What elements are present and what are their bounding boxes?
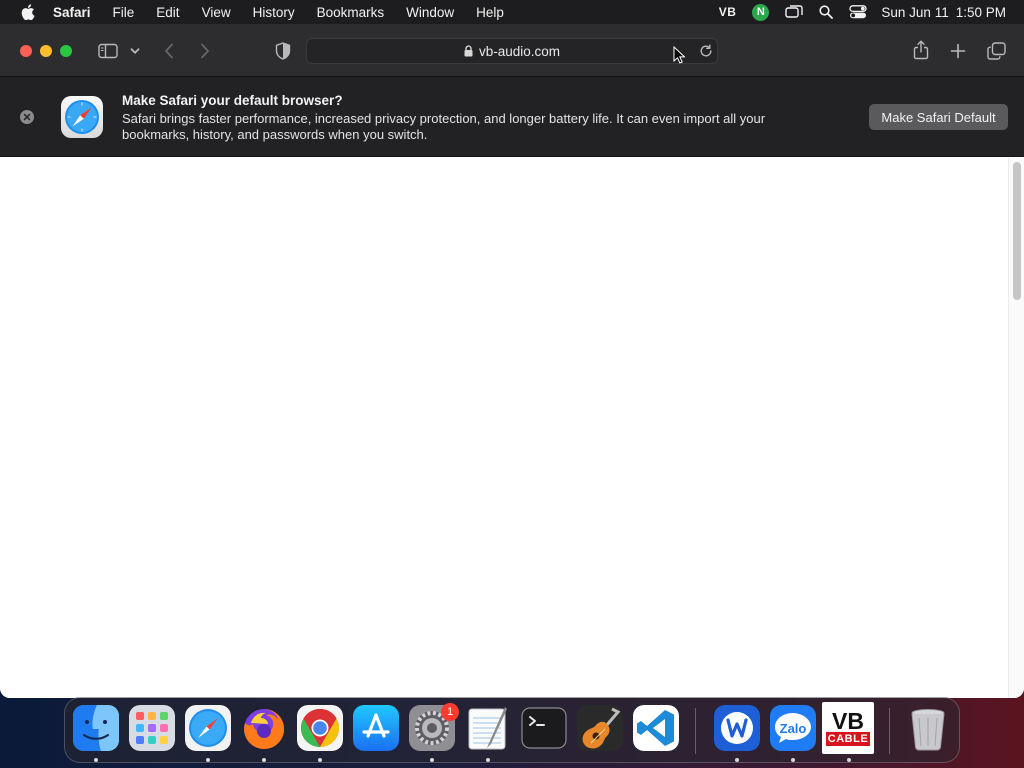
dock-zalo-icon[interactable]: Zalo xyxy=(770,705,816,751)
menu-edit[interactable]: Edit xyxy=(145,5,190,20)
settings-notification-badge: 1 xyxy=(441,703,459,721)
dock-finder-icon[interactable] xyxy=(73,705,119,751)
dock-running-indicator xyxy=(318,758,322,762)
fullscreen-window-button[interactable] xyxy=(60,45,72,57)
menu-file[interactable]: File xyxy=(102,5,146,20)
toolbar: vb-audio.com xyxy=(0,24,1024,77)
dock-terminal-icon[interactable] xyxy=(521,705,567,751)
clock-date: Sun Jun 11 xyxy=(881,4,949,20)
dock-running-indicator xyxy=(262,758,266,762)
close-window-button[interactable] xyxy=(20,45,32,57)
safari-window: vb-audio.com Make Safari your default br… xyxy=(0,24,1024,698)
screen-mirroring-icon[interactable] xyxy=(785,0,804,24)
address-bar[interactable]: vb-audio.com xyxy=(306,38,718,64)
vb-cable-vb-label: VB xyxy=(832,708,864,734)
dock-vscode-icon[interactable] xyxy=(633,705,679,751)
chevron-down-icon[interactable] xyxy=(128,42,142,60)
dock-app-store-icon[interactable] xyxy=(353,705,399,751)
back-icon[interactable] xyxy=(160,40,178,62)
dock: Zalo VB CABLE xyxy=(64,697,960,763)
dock-running-indicator xyxy=(430,758,434,762)
dock-launchpad-icon[interactable] xyxy=(129,705,175,751)
spotlight-search-icon[interactable] xyxy=(819,0,834,24)
banner-title: Make Safari your default browser? xyxy=(122,93,343,108)
dock-running-indicator xyxy=(791,758,795,762)
dock-vb-cable-icon[interactable]: VB CABLE xyxy=(822,702,874,754)
default-browser-banner: Make Safari your default browser? Safari… xyxy=(0,77,1024,157)
menu-view[interactable]: View xyxy=(191,5,242,20)
banner-body: Safari brings faster performance, increa… xyxy=(122,111,766,142)
web-content-area[interactable] xyxy=(0,158,1024,698)
dock-running-indicator xyxy=(847,758,851,762)
privacy-shield-icon[interactable] xyxy=(273,40,293,62)
menu-window[interactable]: Window xyxy=(395,5,465,20)
menu-help[interactable]: Help xyxy=(465,5,515,20)
dock-garageband-icon[interactable] xyxy=(577,705,623,751)
n-status-icon: N xyxy=(752,3,770,21)
make-safari-default-button[interactable]: Make Safari Default xyxy=(869,104,1008,130)
safari-compass-icon xyxy=(61,96,103,138)
n-status-item[interactable]: N xyxy=(752,0,770,24)
sidebar-toggle-icon[interactable] xyxy=(96,40,120,62)
dock-running-indicator xyxy=(486,758,490,762)
share-icon[interactable] xyxy=(911,38,931,62)
menubar-status-area: VB N Sun Jun 11 1:50 PM xyxy=(703,0,1024,24)
address-url: vb-audio.com xyxy=(478,43,561,59)
vb-cable-cable-label: CABLE xyxy=(825,732,871,746)
dock-textedit-icon[interactable] xyxy=(465,705,511,751)
apple-logo-icon[interactable] xyxy=(14,4,42,20)
dock-divider xyxy=(889,708,890,754)
menu-bar: Safari File Edit View History Bookmarks … xyxy=(0,0,1024,24)
minimize-window-button[interactable] xyxy=(40,45,52,57)
scrollbar-thumb[interactable] xyxy=(1013,162,1021,300)
new-tab-icon[interactable] xyxy=(948,40,968,62)
dock-running-indicator xyxy=(206,758,210,762)
menu-app-safari[interactable]: Safari xyxy=(42,5,102,20)
vertical-scrollbar[interactable] xyxy=(1008,158,1024,698)
menu-bookmarks[interactable]: Bookmarks xyxy=(306,5,396,20)
zalo-label: Zalo xyxy=(779,720,807,736)
dock-chrome-icon[interactable] xyxy=(297,705,343,751)
banner-close-icon[interactable] xyxy=(20,110,34,124)
tab-overview-icon[interactable] xyxy=(985,40,1007,62)
clock-time: 1:50 PM xyxy=(955,4,1006,20)
menu-history[interactable]: History xyxy=(242,5,306,20)
vb-status-icon[interactable]: VB xyxy=(719,0,737,24)
reload-icon[interactable] xyxy=(697,42,715,60)
forward-icon[interactable] xyxy=(196,40,214,62)
control-center-icon[interactable] xyxy=(849,0,868,24)
dock-divider xyxy=(695,708,696,754)
dock-safari-icon[interactable] xyxy=(185,705,231,751)
lock-icon xyxy=(464,45,473,57)
dock-running-indicator xyxy=(735,758,739,762)
dock-running-indicator xyxy=(94,758,98,762)
dock-firefox-icon[interactable] xyxy=(241,705,287,751)
dock-word-icon[interactable] xyxy=(714,705,760,751)
menubar-clock[interactable]: Sun Jun 11 1:50 PM xyxy=(881,5,1006,20)
mouse-pointer-icon xyxy=(673,45,686,64)
dock-trash-icon[interactable] xyxy=(905,705,951,751)
